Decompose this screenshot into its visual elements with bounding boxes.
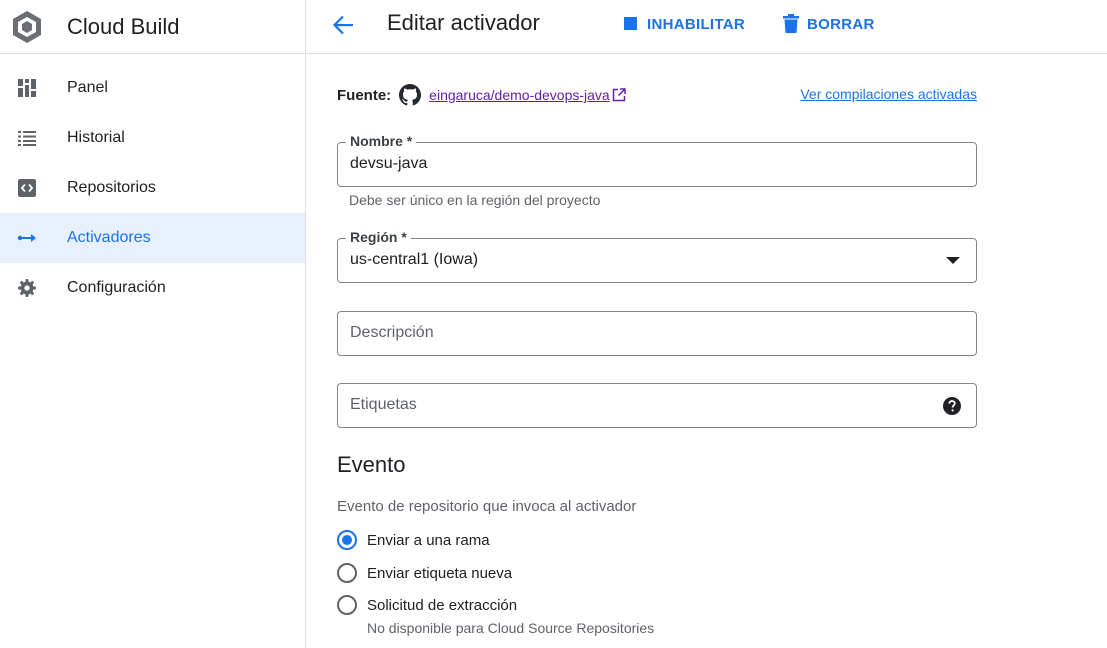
sidebar-item-label: Configuración — [67, 279, 166, 296]
disable-button[interactable]: INHABILITAR — [621, 14, 745, 34]
stop-square-icon — [621, 14, 641, 34]
sidebar-item-activadores[interactable]: Activadores — [0, 213, 305, 263]
dashboard-icon — [17, 78, 37, 98]
dropdown-arrow-icon[interactable] — [946, 257, 960, 264]
delete-button-label: BORRAR — [807, 15, 875, 33]
repo-link[interactable]: eingaruca/demo-devops-java — [429, 87, 610, 103]
description-placeholder: Descripción — [350, 324, 434, 341]
radio-button[interactable] — [337, 563, 357, 583]
sidebar-item-label: Activadores — [67, 229, 151, 246]
description-field[interactable]: Descripción — [337, 311, 977, 356]
radio-push-branch[interactable]: Enviar a una rama — [337, 530, 490, 550]
source-row: Fuente: eingaruca/demo-devops-java Ver c… — [337, 82, 977, 108]
region-field-value: us-central1 (Iowa) — [350, 251, 479, 268]
region-field-label: Región * — [346, 229, 411, 245]
trigger-arrow-icon — [17, 228, 37, 248]
event-section-title: Evento — [337, 452, 406, 477]
source-label: Fuente: — [337, 86, 392, 104]
radio-pull-request[interactable]: Solicitud de extracción — [337, 595, 517, 615]
tags-placeholder: Etiquetas — [350, 396, 417, 413]
brand-bar: Cloud Build — [0, 0, 305, 54]
pull-request-unavailable-note: No disponible para Cloud Source Reposito… — [367, 620, 655, 636]
help-icon[interactable] — [942, 396, 962, 416]
radio-push-tag[interactable]: Enviar etiqueta nueva — [337, 563, 512, 583]
github-icon — [399, 84, 422, 106]
list-icon — [17, 128, 37, 148]
region-select[interactable]: Región * us-central1 (Iowa) — [337, 229, 977, 283]
radio-label: Enviar etiqueta nueva — [367, 564, 513, 582]
event-section-subtitle: Evento de repositorio que invoca al acti… — [337, 498, 637, 515]
tags-field[interactable]: Etiquetas — [337, 383, 977, 428]
name-field-label: Nombre * — [346, 133, 417, 149]
external-link-icon[interactable] — [612, 88, 626, 102]
radio-button[interactable] — [337, 595, 357, 615]
page-header: Editar activador INHABILITAR BORRAR — [307, 0, 1107, 54]
trash-icon — [781, 14, 801, 34]
name-field-value: devsu-java — [350, 155, 428, 172]
back-arrow-icon[interactable] — [329, 11, 357, 39]
sidebar-item-label: Panel — [67, 79, 108, 96]
sidebar-item-configuracion[interactable]: Configuración — [0, 263, 305, 313]
app-title: Cloud Build — [67, 13, 180, 39]
radio-label: Enviar a una rama — [367, 531, 490, 549]
sidebar-item-panel[interactable]: Panel — [0, 63, 305, 113]
sidebar-item-historial[interactable]: Historial — [0, 113, 305, 163]
sidebar: Cloud Build Panel Historial Repositorios… — [0, 0, 306, 648]
radio-label: Solicitud de extracción — [367, 596, 518, 614]
name-field-hint: Debe ser único en la región del proyecto — [349, 192, 601, 208]
code-box-icon — [17, 178, 37, 198]
sidebar-item-label: Repositorios — [67, 179, 156, 196]
delete-button[interactable]: BORRAR — [781, 14, 875, 34]
view-triggered-builds-link[interactable]: Ver compilaciones activadas — [800, 86, 977, 102]
name-field[interactable]: Nombre * devsu-java — [337, 133, 977, 187]
cloud-build-logo-icon[interactable] — [9, 9, 45, 45]
gear-icon — [17, 278, 37, 298]
radio-button[interactable] — [337, 530, 357, 550]
disable-button-label: INHABILITAR — [647, 15, 746, 33]
page-title: Editar activador — [387, 10, 540, 35]
sidebar-item-label: Historial — [67, 129, 125, 146]
sidebar-item-repositorios[interactable]: Repositorios — [0, 163, 305, 213]
